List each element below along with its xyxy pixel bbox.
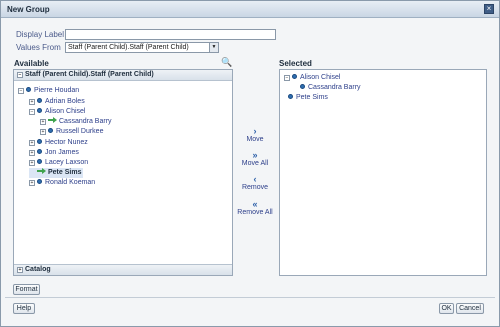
expand-icon[interactable]: + bbox=[29, 160, 35, 166]
tree-item[interactable]: + Russell Durkee bbox=[40, 127, 103, 137]
available-panel: − Staff (Parent Child).Staff (Parent Chil… bbox=[13, 69, 233, 276]
member-dot-icon bbox=[26, 87, 31, 92]
ok-button[interactable]: OK bbox=[439, 303, 454, 314]
catalog-panel-header[interactable]: + Catalog bbox=[14, 264, 232, 275]
values-from-select[interactable]: Staff (Parent Child).Staff (Parent Child… bbox=[65, 42, 219, 53]
tree-item-label: Hector Nunez bbox=[45, 139, 88, 146]
tree-item-label: Alison Chisel bbox=[45, 108, 86, 115]
tree-item[interactable]: + Hector Nunez bbox=[29, 138, 88, 148]
double-chevron-left-icon: « bbox=[252, 199, 258, 209]
selected-item-label: Cassandra Barry bbox=[308, 84, 361, 91]
tree-item-selected[interactable]: Pete Sims bbox=[29, 168, 84, 178]
collapse-icon[interactable]: − bbox=[284, 75, 290, 81]
selected-item[interactable]: − Alison Chisel bbox=[284, 73, 340, 83]
remove-all-button[interactable]: « Remove All bbox=[237, 199, 273, 217]
help-button[interactable]: Help bbox=[13, 303, 35, 314]
move-label: Move bbox=[246, 136, 264, 143]
selected-item-label: Alison Chisel bbox=[300, 74, 341, 81]
values-from-value: Staff (Parent Child).Staff (Parent Child… bbox=[68, 44, 189, 51]
available-panel-header[interactable]: − Staff (Parent Child).Staff (Parent Chil… bbox=[14, 70, 232, 81]
remove-button[interactable]: ‹ Remove bbox=[237, 174, 273, 192]
binoculars-icon[interactable]: 🔍 bbox=[221, 57, 232, 68]
collapse-icon[interactable]: − bbox=[18, 88, 24, 94]
selected-panel: − Alison Chisel Cassandra Barry Pete Sims bbox=[279, 69, 487, 276]
expand-icon[interactable]: + bbox=[17, 267, 23, 273]
double-chevron-right-icon: » bbox=[252, 150, 258, 160]
expand-icon[interactable]: + bbox=[29, 180, 35, 186]
available-heading: Available bbox=[14, 59, 49, 68]
tree-item-label: Russell Durkee bbox=[56, 128, 104, 135]
member-dot-icon bbox=[292, 74, 297, 79]
display-label-input[interactable] bbox=[65, 29, 276, 40]
member-dot-icon bbox=[300, 84, 305, 89]
move-all-label: Move All bbox=[241, 160, 269, 167]
member-dot-icon bbox=[37, 98, 42, 103]
cancel-button[interactable]: Cancel bbox=[456, 303, 484, 314]
new-group-dialog: New Group × Display Label Values From St… bbox=[0, 0, 500, 327]
move-all-button[interactable]: » Move All bbox=[237, 150, 273, 168]
member-dot-icon bbox=[288, 94, 293, 99]
footer-divider bbox=[5, 297, 495, 298]
expand-icon[interactable]: + bbox=[29, 150, 35, 156]
dialog-title: New Group bbox=[7, 5, 50, 14]
expand-icon[interactable]: + bbox=[29, 140, 35, 146]
expand-icon[interactable]: + bbox=[29, 99, 35, 105]
member-dot-icon bbox=[37, 108, 42, 113]
selected-item[interactable]: Cassandra Barry bbox=[300, 83, 361, 93]
tree-item[interactable]: + Jon James bbox=[29, 148, 79, 158]
tree-item-label: Pierre Houdan bbox=[34, 87, 80, 94]
catalog-label: Catalog bbox=[25, 266, 51, 273]
member-dot-icon bbox=[37, 149, 42, 154]
expand-icon[interactable]: + bbox=[40, 119, 46, 125]
values-from-label: Values From bbox=[16, 43, 61, 52]
tree-item-label: Adrian Boles bbox=[45, 98, 85, 105]
available-panel-title: Staff (Parent Child).Staff (Parent Child… bbox=[25, 71, 154, 78]
tree-item-label: Cassandra Barry bbox=[59, 118, 112, 125]
tree-item-label: Jon James bbox=[45, 149, 79, 156]
tree-item[interactable]: + Cassandra Barry bbox=[40, 117, 112, 127]
member-dot-icon bbox=[48, 128, 53, 133]
tree-item-label: Pete Sims bbox=[48, 169, 82, 176]
moved-arrow-icon bbox=[48, 117, 57, 123]
collapse-icon[interactable]: − bbox=[29, 109, 35, 115]
member-dot-icon bbox=[37, 179, 42, 184]
member-dot-icon bbox=[37, 159, 42, 164]
moved-arrow-icon bbox=[37, 168, 46, 174]
close-icon[interactable]: × bbox=[484, 4, 494, 14]
title-bar: New Group × bbox=[1, 1, 499, 18]
selected-item-label: Pete Sims bbox=[296, 94, 328, 101]
chevron-down-icon[interactable]: ▼ bbox=[209, 43, 218, 52]
format-button[interactable]: Format bbox=[13, 284, 40, 295]
remove-label: Remove bbox=[241, 184, 269, 191]
move-button[interactable]: › Move bbox=[237, 126, 273, 144]
tree-item[interactable]: − Pierre Houdan bbox=[18, 86, 79, 96]
tree-item[interactable]: + Adrian Boles bbox=[29, 97, 85, 107]
collapse-icon[interactable]: − bbox=[17, 72, 23, 78]
tree-item[interactable]: + Lacey Laxson bbox=[29, 158, 88, 168]
remove-all-label: Remove All bbox=[237, 209, 273, 216]
tree-item-label: Ronald Koeman bbox=[45, 179, 96, 186]
selected-item[interactable]: Pete Sims bbox=[288, 93, 328, 103]
tree-item-label: Lacey Laxson bbox=[45, 159, 89, 166]
member-dot-icon bbox=[37, 139, 42, 144]
selected-heading: Selected bbox=[279, 59, 312, 68]
display-label-label: Display Label bbox=[16, 30, 65, 39]
tree-item[interactable]: + Ronald Koeman bbox=[29, 178, 95, 188]
tree-item[interactable]: − Alison Chisel bbox=[29, 107, 85, 117]
chevron-left-icon: ‹ bbox=[253, 174, 257, 184]
expand-icon[interactable]: + bbox=[40, 129, 46, 135]
chevron-right-icon: › bbox=[253, 126, 257, 136]
